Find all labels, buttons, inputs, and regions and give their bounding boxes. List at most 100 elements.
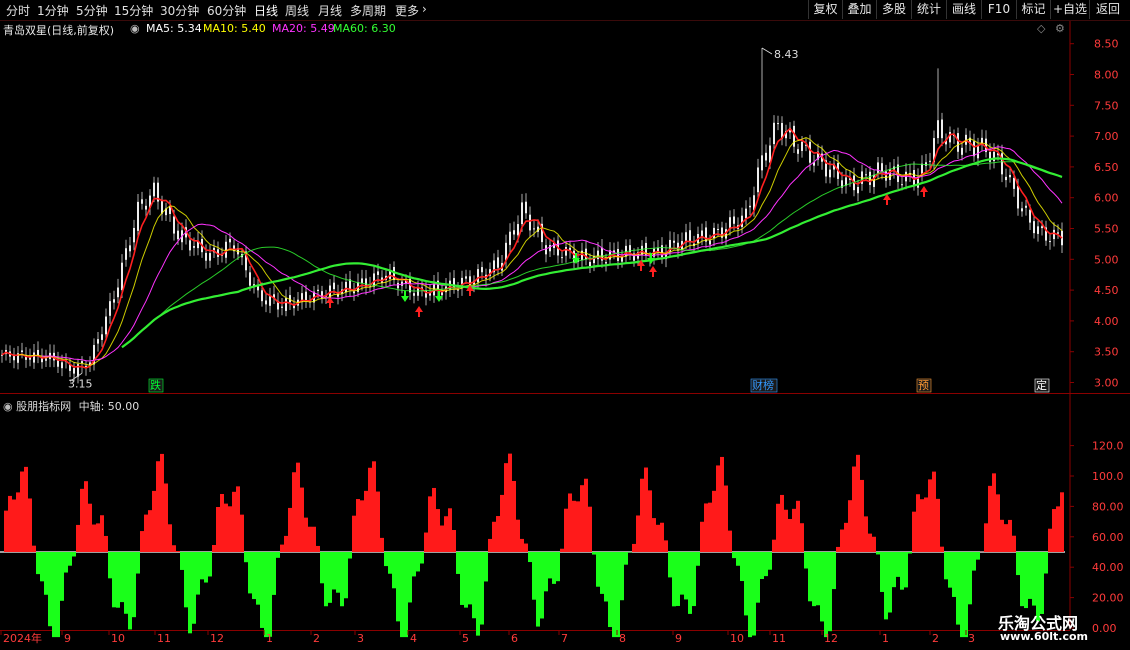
indicator-bar-down [260, 552, 264, 628]
indicator-bar-up [232, 491, 236, 552]
candle-body [1053, 229, 1055, 240]
indicator-bar-up [576, 501, 580, 552]
indicator-bar-up [316, 545, 320, 552]
indicator-bar-up [836, 546, 840, 552]
candle-body [193, 246, 195, 248]
indicator-bar-down [320, 552, 324, 584]
indicator-bar-down [396, 552, 400, 622]
candle-body [941, 119, 943, 139]
price-tick-label: 7.50 [1094, 99, 1119, 112]
indicator-bar-down [828, 552, 832, 632]
candle-body [521, 202, 523, 225]
time-tick-label: 2 [313, 632, 320, 645]
time-tick-label: 1 [266, 632, 273, 645]
candle-body [689, 230, 691, 242]
candle-body [921, 163, 923, 175]
candle-body [477, 269, 479, 283]
indicator-bar-down [208, 552, 212, 577]
indicator-toggle-icon[interactable]: ◉ [3, 400, 13, 413]
indicator-bar-down [1028, 552, 1032, 599]
indicator-bar-up [100, 515, 104, 552]
candle-body [61, 362, 63, 369]
indicator-bar-down [248, 552, 252, 594]
indicator-bar-down [880, 552, 884, 592]
indicator-bar-down [892, 552, 896, 588]
indicator-bar-up [220, 493, 224, 552]
indicator-tick-label: 40.00 [1092, 561, 1124, 574]
indicator-bar-up [792, 508, 796, 552]
indicator-bar-up [284, 535, 288, 552]
indicator-bar-up [240, 514, 244, 552]
time-tick-label: 12 [210, 632, 224, 645]
indicator-bar-down [48, 552, 52, 627]
time-tick-label: 7 [561, 632, 568, 645]
indicator-bar-down [124, 552, 128, 614]
indicator-bar-up [156, 461, 160, 552]
indicator-header: ◉ 股朋指标网 中轴: 50.00 [3, 398, 139, 414]
time-tick-label: 11 [772, 632, 786, 645]
indicator-bar-up [1008, 519, 1012, 552]
indicator-bar-up [496, 516, 500, 552]
indicator-bar-up [376, 491, 380, 552]
indicator-bar-up [568, 493, 572, 552]
indicator-bar-up [144, 514, 148, 552]
indicator-bar-up [1056, 506, 1060, 552]
indicator-bar-down [960, 552, 964, 638]
indicator-bar-down [408, 552, 412, 603]
indicator-bar-up [444, 516, 448, 552]
candle-body [269, 296, 271, 306]
candle-body [1005, 176, 1007, 181]
up-arrow-icon [326, 297, 334, 308]
indicator-bar-up [936, 498, 940, 552]
indicator-bar-up [176, 551, 180, 552]
indicator-bar-up [932, 471, 936, 552]
high-pointer [761, 47, 773, 55]
candle-body [209, 253, 211, 261]
indicator-bar-up [652, 518, 656, 552]
indicator-bar-up [928, 479, 932, 552]
indicator-bar-up [1060, 492, 1064, 552]
indicator-bar-down [760, 552, 764, 579]
candle-body [857, 186, 859, 194]
indicator-bar-up [656, 524, 660, 552]
indicator-bar-down [696, 552, 700, 566]
indicator-bar-down [404, 552, 408, 638]
indicator-bar-up [436, 509, 440, 552]
indicator-bar-down [400, 552, 404, 638]
indicator-bar-down [620, 552, 624, 601]
candle-body [21, 350, 23, 353]
indicator-bar-down [896, 552, 900, 577]
indicator-bar-down [56, 552, 60, 638]
indicator-bar-down [36, 552, 40, 575]
indicator-bar-down [136, 552, 140, 574]
indicator-bar-down [460, 552, 464, 605]
indicator-bar-up [148, 510, 152, 552]
indicator-bar-up [96, 523, 100, 552]
price-tick-label: 5.00 [1094, 253, 1119, 266]
indicator-bar-down [688, 552, 692, 614]
indicator-bar-down [952, 552, 956, 597]
indicator-bar-up [488, 538, 492, 552]
indicator-bar-up [76, 524, 80, 552]
candle-body [125, 248, 127, 260]
time-tick-label: 1 [882, 632, 889, 645]
up-arrow-icon [415, 306, 423, 317]
indicator-bar-up [172, 545, 176, 552]
indicator-bar-up [140, 531, 144, 552]
candle-body [733, 216, 735, 224]
up-arrow-icon [649, 266, 657, 277]
indicator-title[interactable]: 股朋指标网 [16, 400, 71, 413]
candle-body [777, 123, 779, 125]
kline-chart[interactable]: 8.50 8.00 7.50 7.00 6.50 6.00 5.50 5.00 4.50 4.00… [0, 0, 1130, 650]
indicator-bar-down [884, 552, 888, 620]
high-price-label: 8.43 [774, 48, 799, 61]
moving-averages [1, 127, 1063, 369]
candle-body [1057, 232, 1059, 234]
candle-body [417, 288, 419, 296]
candle-body [117, 287, 119, 298]
indicator-bar-up [296, 462, 300, 552]
candle-body [109, 301, 111, 316]
candle-body [377, 271, 379, 275]
indicator-bar-up [872, 536, 876, 552]
indicator-bar-down [68, 552, 72, 566]
